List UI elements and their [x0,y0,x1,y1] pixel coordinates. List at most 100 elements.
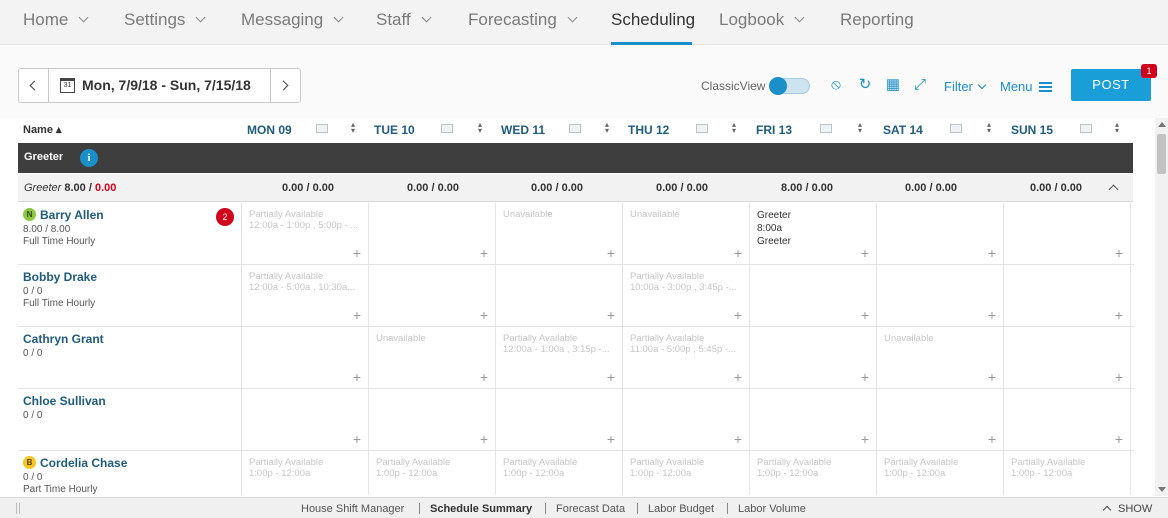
schedule-cell[interactable]: Partially Available1:00p - 12:00a+ [750,451,877,495]
nav-settings[interactable]: Settings [124,0,206,45]
schedule-cell[interactable]: Partially Available 10:00a - 3:00p , 3:45… [623,265,750,326]
employee-name[interactable]: Cordelia Chase [40,456,127,470]
schedule-cell[interactable]: Unavailable + [623,203,750,264]
expand-icon[interactable]: ⤢ [912,77,928,93]
add-shift-icon[interactable]: + [1115,370,1123,384]
add-shift-icon[interactable]: + [607,308,615,322]
add-shift-icon[interactable]: + [480,246,488,260]
sort-icon[interactable]: ▴ ▾ [477,121,483,136]
day-header[interactable]: TUE 10 [374,123,415,137]
day-header[interactable]: THU 12 [628,123,669,137]
nav-forecasting[interactable]: Forecasting [468,0,578,45]
schedule-cell[interactable]: Unavailable + [369,327,496,388]
previous-week-button[interactable] [19,69,49,102]
shift-role[interactable]: Greeter [757,210,791,221]
add-shift-icon[interactable]: + [607,432,615,446]
schedule-cell[interactable]: + [1004,389,1131,450]
schedule-cell[interactable]: + [750,265,877,326]
notes-icon[interactable] [441,124,453,133]
schedule-cell[interactable]: Partially Available1:00p - 12:00a+ [1004,451,1131,495]
add-shift-icon[interactable]: + [353,308,361,322]
notes-icon[interactable] [316,124,328,133]
schedule-cell[interactable]: + [750,389,877,450]
sort-icon[interactable]: ▴ ▾ [731,121,737,136]
add-shift-icon[interactable]: + [353,432,361,446]
nav-messaging[interactable]: Messaging [241,0,344,45]
add-shift-icon[interactable]: + [353,246,361,260]
calendar-icon[interactable]: 31 [60,78,75,93]
sort-icon[interactable]: ▴ ▾ [857,121,863,136]
add-shift-icon[interactable]: + [861,246,869,260]
schedule-cell[interactable]: + [877,203,1004,264]
add-shift-icon[interactable]: + [1115,432,1123,446]
add-shift-icon[interactable]: + [734,308,742,322]
schedule-cell[interactable]: + [496,389,623,450]
schedule-cell[interactable]: + [623,389,750,450]
add-shift-icon[interactable]: + [861,370,869,384]
employee-name[interactable]: Bobby Drake [23,270,97,284]
sort-icon[interactable]: ▴ ▾ [604,121,610,136]
day-header[interactable]: SAT 14 [883,123,923,137]
sort-icon[interactable]: ▴ ▾ [350,121,356,136]
add-shift-icon[interactable]: + [988,370,996,384]
schedule-cell[interactable]: Partially Available 12:00a - 5:00a , 10:3… [242,265,369,326]
day-header[interactable]: WED 11 [501,123,545,137]
schedule-cell[interactable]: Greeter 8:00a Greeter + [750,203,877,264]
schedule-cell[interactable]: Unavailable + [496,203,623,264]
vertical-scrollbar[interactable] [1155,118,1168,496]
add-shift-icon[interactable]: + [988,432,996,446]
scroll-up-arrow[interactable] [1158,122,1166,127]
add-shift-icon[interactable]: + [480,370,488,384]
employee-name[interactable]: Cathryn Grant [23,332,104,346]
add-shift-icon[interactable]: + [861,308,869,322]
filter-button[interactable]: Filter [944,79,987,94]
add-shift-icon[interactable]: + [1115,246,1123,260]
schedule-cell[interactable]: + [496,265,623,326]
shift-time[interactable]: 8:00a [757,223,782,234]
notes-icon[interactable] [820,124,832,133]
scroll-thumb[interactable] [1157,134,1166,174]
next-week-button[interactable] [270,69,300,102]
footer-link-schedule-summary[interactable]: Schedule Summary [430,503,532,515]
schedule-cell[interactable]: + [877,265,1004,326]
add-shift-icon[interactable]: + [353,370,361,384]
schedule-cell[interactable]: + [242,389,369,450]
notification-badge[interactable]: 2 [216,208,234,226]
day-header[interactable]: FRI 13 [756,123,792,137]
nav-reporting[interactable]: Reporting [840,0,914,45]
nav-home[interactable]: Home [23,0,89,45]
notes-icon[interactable] [950,124,962,133]
info-icon[interactable]: i [80,149,98,167]
refresh-icon[interactable]: ↻ [857,77,873,93]
schedule-cell[interactable]: + [369,389,496,450]
notes-icon[interactable] [569,124,581,133]
footer-link-forecast-data[interactable]: Forecast Data [556,503,625,515]
schedule-cell[interactable]: Partially Available1:00p - 12:00a+ [877,451,1004,495]
nav-staff[interactable]: Staff [376,0,432,45]
footer-link-house-shift-manager[interactable]: House Shift Manager [301,503,404,515]
schedule-cell[interactable]: Partially Available 12:00a - 1:00a , 3:15… [496,327,623,388]
add-shift-icon[interactable]: + [480,432,488,446]
add-shift-icon[interactable]: + [480,308,488,322]
add-shift-icon[interactable]: + [734,246,742,260]
day-header[interactable]: MON 09 [247,123,292,137]
collapse-section-button[interactable] [1108,184,1119,195]
schedule-cell[interactable]: + [877,389,1004,450]
footer-link-labor-volume[interactable]: Labor Volume [738,503,806,515]
schedule-cell[interactable]: + [1004,327,1131,388]
schedule-cell[interactable]: Partially Available 11:00a - 5:00p , 5:45… [623,327,750,388]
schedule-cell[interactable]: + [242,327,369,388]
add-shift-icon[interactable]: + [607,370,615,384]
notes-icon[interactable] [696,124,708,133]
name-sort-header[interactable]: Name ▴ [23,123,62,136]
schedule-cell[interactable]: Partially Available1:00p - 12:00a+ [242,451,369,495]
schedule-cell[interactable]: + [369,203,496,264]
classic-view-toggle[interactable] [769,77,810,95]
schedule-cell[interactable]: + [1004,203,1131,264]
nav-scheduling[interactable]: Scheduling [611,0,695,45]
sort-icon[interactable]: ▴ ▾ [1114,121,1120,136]
schedule-cell[interactable]: + [1004,265,1131,326]
resize-grip-icon[interactable] [16,503,20,514]
hide-eye-icon[interactable]: ⦸ [828,77,844,93]
notes-icon[interactable] [1080,124,1092,133]
